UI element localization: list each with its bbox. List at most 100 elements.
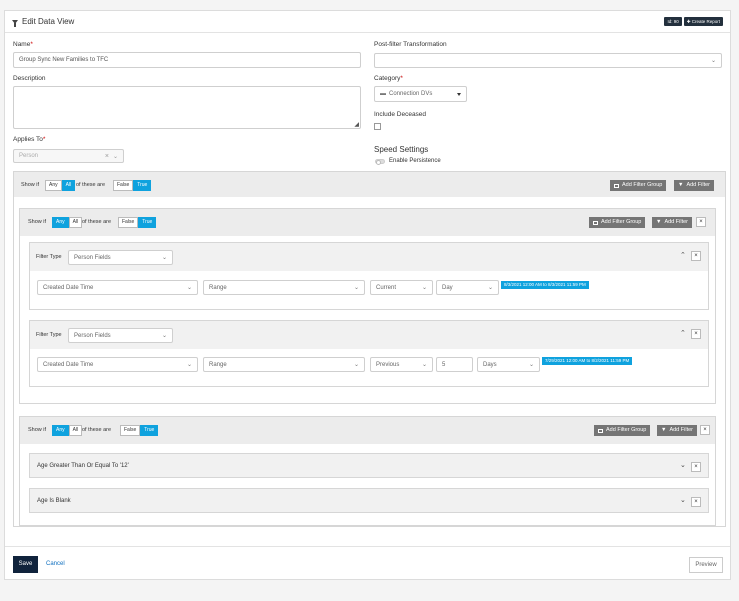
add-filter-group-label: Add Filter Group bbox=[601, 219, 642, 225]
any-all-toggle: Any All bbox=[52, 217, 83, 228]
true-option[interactable]: True bbox=[133, 180, 152, 191]
description-textarea[interactable]: ◢ bbox=[13, 86, 361, 129]
chevron-down-icon: ⌄ bbox=[112, 153, 118, 160]
filter-type-select[interactable]: Person Fields ⌄ bbox=[68, 250, 173, 265]
cancel-link[interactable]: Cancel bbox=[46, 561, 65, 567]
funnel-icon: ▼ bbox=[656, 219, 662, 225]
show-if-label: Show if bbox=[28, 427, 47, 433]
funnel-icon: ▼ bbox=[678, 182, 684, 188]
remove-group-button[interactable]: × bbox=[700, 425, 710, 435]
all-option[interactable]: All bbox=[68, 425, 83, 436]
include-deceased-checkbox[interactable] bbox=[374, 123, 381, 130]
of-these-are-label: of these are bbox=[82, 219, 112, 225]
resize-handle-icon[interactable]: ◢ bbox=[354, 121, 359, 128]
add-filter-label: Add Filter bbox=[669, 427, 693, 433]
chevron-down-icon: ⌄ bbox=[421, 362, 427, 368]
create-report-button[interactable]: ✚ Create Report bbox=[683, 17, 723, 26]
false-option[interactable]: False bbox=[120, 425, 141, 436]
applies-to-select[interactable]: Person × ⌄ bbox=[13, 149, 124, 163]
any-option[interactable]: Any bbox=[45, 180, 62, 191]
remove-filter-button[interactable]: × bbox=[691, 462, 701, 472]
expand-icon[interactable]: ⌄ bbox=[680, 461, 686, 469]
collapse-icon[interactable]: ⌃ bbox=[680, 329, 686, 337]
field-select[interactable]: Created Date Time ⌄ bbox=[37, 357, 198, 372]
post-filter-label: Post-filter Transformation bbox=[374, 41, 447, 48]
filter-card-2: Filter Type Person Fields ⌄ ⌃ × Created D… bbox=[29, 320, 709, 387]
true-option[interactable]: True bbox=[140, 425, 159, 436]
description-label: Description bbox=[13, 75, 46, 82]
funnel-icon: ▼ bbox=[661, 427, 667, 433]
funnel-icon bbox=[12, 19, 18, 27]
close-icon: × bbox=[699, 219, 703, 225]
field-select[interactable]: Created Date Time ⌄ bbox=[37, 280, 198, 295]
add-filter-button[interactable]: ▼ Add Filter bbox=[652, 217, 692, 228]
chevron-down-icon: ⌄ bbox=[161, 255, 167, 261]
add-filter-button[interactable]: ▼ Add Filter bbox=[657, 425, 697, 436]
remove-filter-button[interactable]: × bbox=[691, 497, 701, 507]
enable-persistence-label: Enable Persistence bbox=[389, 158, 441, 164]
edit-data-view-panel: Edit Data View Id: 90 ✚ Create Report Na… bbox=[4, 10, 731, 580]
filter-group-2: Show if Any All of these are False True … bbox=[19, 416, 716, 526]
save-button[interactable]: Save bbox=[13, 556, 38, 573]
any-option[interactable]: Any bbox=[52, 425, 69, 436]
false-option[interactable]: False bbox=[118, 217, 139, 228]
add-filter-group-button[interactable]: Add Filter Group bbox=[610, 180, 667, 191]
expand-icon[interactable]: ⌄ bbox=[680, 496, 686, 504]
speed-settings-heading: Speed Settings bbox=[374, 145, 429, 154]
chevron-down-icon: ⌄ bbox=[186, 285, 192, 291]
chevron-down-icon: ⌄ bbox=[528, 362, 534, 368]
date-mode-select[interactable]: Current ⌄ bbox=[370, 280, 433, 295]
all-option[interactable]: All bbox=[61, 180, 76, 191]
date-unit-select[interactable]: Days ⌄ bbox=[477, 357, 540, 372]
enable-persistence-toggle[interactable] bbox=[375, 159, 385, 165]
chevron-down-icon: ⌄ bbox=[353, 285, 359, 291]
of-these-are-label: of these are bbox=[76, 182, 106, 188]
filter-row-collapsed[interactable]: Age Greater Than Or Equal To '12' ⌄ × bbox=[29, 453, 709, 478]
name-input[interactable]: Group Sync New Families to TFC bbox=[13, 52, 361, 68]
remove-filter-button[interactable]: × bbox=[691, 251, 701, 261]
add-filter-group-label: Add Filter Group bbox=[622, 182, 663, 188]
false-true-toggle: False True bbox=[113, 180, 152, 191]
category-select[interactable]: ▬ Connection DVs bbox=[374, 86, 467, 102]
all-option[interactable]: All bbox=[68, 217, 83, 228]
include-deceased-label: Include Deceased bbox=[374, 111, 427, 118]
date-unit-select[interactable]: Day ⌄ bbox=[436, 280, 499, 295]
add-filter-button[interactable]: ▼ Add Filter bbox=[674, 180, 714, 191]
filter-type-label: Filter Type bbox=[36, 332, 62, 338]
false-true-toggle: False True bbox=[120, 425, 159, 436]
date-range-badge: 7/29/2021 12:00 AM to 8/2/2021 11:59 PM bbox=[542, 357, 633, 365]
chevron-down-icon: ⌄ bbox=[161, 333, 167, 339]
remove-filter-button[interactable]: × bbox=[691, 329, 701, 339]
applies-to-label: Applies To* bbox=[13, 136, 46, 143]
comparison-select[interactable]: Range ⌄ bbox=[203, 357, 365, 372]
filter-group-1: Show if Any All of these are False True … bbox=[19, 208, 716, 404]
page-title: Edit Data View bbox=[22, 17, 75, 26]
collapse-icon[interactable]: ⌃ bbox=[680, 251, 686, 259]
any-option[interactable]: Any bbox=[52, 217, 69, 228]
filter-row-collapsed[interactable]: Age Is Blank ⌄ × bbox=[29, 488, 709, 513]
close-icon: × bbox=[694, 253, 698, 259]
footer-divider bbox=[5, 546, 730, 547]
list-icon bbox=[598, 428, 603, 433]
chevron-down-icon: ⌄ bbox=[186, 362, 192, 368]
comparison-select[interactable]: Range ⌄ bbox=[203, 280, 365, 295]
close-icon: × bbox=[694, 464, 698, 470]
chevron-down-icon: ⌄ bbox=[421, 285, 427, 291]
remove-group-button[interactable]: × bbox=[696, 217, 706, 227]
add-filter-group-button[interactable]: Add Filter Group bbox=[594, 425, 651, 436]
filter-summary: Age Greater Than Or Equal To '12' bbox=[37, 463, 129, 469]
filter-type-select[interactable]: Person Fields ⌄ bbox=[68, 328, 173, 343]
close-icon: × bbox=[703, 427, 707, 433]
true-option[interactable]: True bbox=[138, 217, 157, 228]
false-option[interactable]: False bbox=[113, 180, 134, 191]
preview-button[interactable]: Preview bbox=[689, 557, 723, 573]
add-filter-group-button[interactable]: Add Filter Group bbox=[589, 217, 646, 228]
date-count-input[interactable]: 5 bbox=[436, 357, 473, 372]
close-icon: × bbox=[694, 331, 698, 337]
clear-icon[interactable]: × bbox=[105, 153, 109, 160]
show-if-label: Show if bbox=[28, 219, 47, 225]
post-filter-select[interactable]: ⌄ bbox=[374, 53, 722, 68]
add-filter-label: Add Filter bbox=[686, 182, 710, 188]
root-filter-group: Show if Any All of these are False True … bbox=[13, 171, 726, 527]
date-mode-select[interactable]: Previous ⌄ bbox=[370, 357, 433, 372]
